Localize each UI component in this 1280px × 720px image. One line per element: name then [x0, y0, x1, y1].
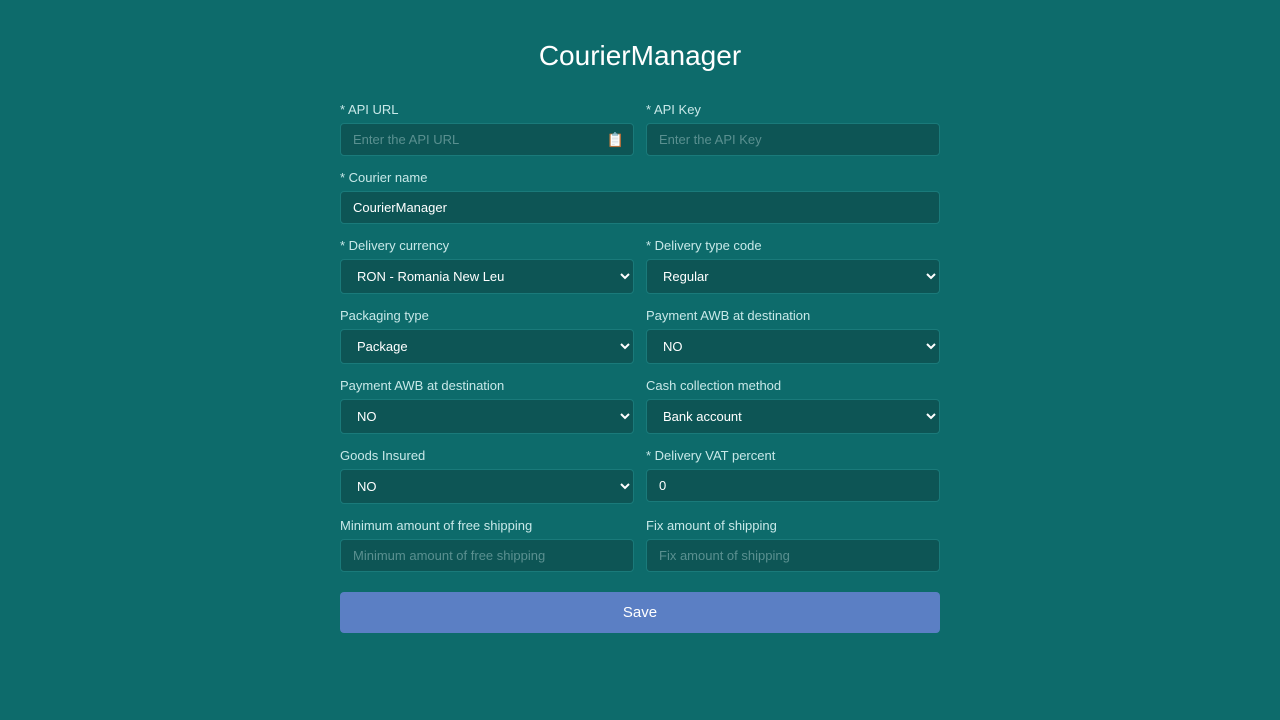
save-button[interactable]: Save	[340, 592, 940, 633]
fix-amount-shipping-label: Fix amount of shipping	[646, 518, 940, 533]
fix-amount-shipping-input[interactable]	[646, 539, 940, 572]
min-free-shipping-input[interactable]	[340, 539, 634, 572]
goods-insured-label: Goods Insured	[340, 448, 634, 463]
payment-awb-dest-select[interactable]: NO YES	[646, 329, 940, 364]
col-goods-insured: Goods Insured NO YES	[340, 448, 634, 504]
api-key-label: * API Key	[646, 102, 940, 117]
delivery-type-code-select[interactable]: Regular	[646, 259, 940, 294]
col-delivery-currency: * Delivery currency RON - Romania New Le…	[340, 238, 634, 294]
main-container: CourierManager * API URL 📋 * API Key * C…	[320, 20, 960, 667]
col-payment-awb-dest2: Payment AWB at destination NO YES	[340, 378, 634, 434]
packaging-type-label: Packaging type	[340, 308, 634, 323]
cash-collection-select[interactable]: Bank account Cash	[646, 399, 940, 434]
form-card: * API URL 📋 * API Key * Courier name * D…	[340, 102, 940, 633]
payment-awb-dest2-select[interactable]: NO YES	[340, 399, 634, 434]
col-api-key: * API Key	[646, 102, 940, 156]
api-url-input-wrapper: 📋	[340, 123, 634, 156]
goods-insured-select[interactable]: NO YES	[340, 469, 634, 504]
col-delivery-vat: * Delivery VAT percent	[646, 448, 940, 504]
col-delivery-type-code: * Delivery type code Regular	[646, 238, 940, 294]
delivery-type-code-label: * Delivery type code	[646, 238, 940, 253]
col-payment-awb-dest: Payment AWB at destination NO YES	[646, 308, 940, 364]
payment-awb-dest-label: Payment AWB at destination	[646, 308, 940, 323]
col-min-free-shipping: Minimum amount of free shipping	[340, 518, 634, 572]
api-key-input[interactable]	[646, 123, 940, 156]
cash-collection-label: Cash collection method	[646, 378, 940, 393]
row-payment2-cash: Payment AWB at destination NO YES Cash c…	[340, 378, 940, 434]
row-packaging-payment: Packaging type Package Payment AWB at de…	[340, 308, 940, 364]
col-packaging-type: Packaging type Package	[340, 308, 634, 364]
col-fix-amount-shipping: Fix amount of shipping	[646, 518, 940, 572]
col-courier-name: * Courier name	[340, 170, 940, 224]
row-courier-name: * Courier name	[340, 170, 940, 224]
payment-awb-dest2-label: Payment AWB at destination	[340, 378, 634, 393]
row-api: * API URL 📋 * API Key	[340, 102, 940, 156]
row-goods-vat: Goods Insured NO YES * Delivery VAT perc…	[340, 448, 940, 504]
col-cash-collection: Cash collection method Bank account Cash	[646, 378, 940, 434]
row-currency-type: * Delivery currency RON - Romania New Le…	[340, 238, 940, 294]
delivery-currency-select[interactable]: RON - Romania New Leu	[340, 259, 634, 294]
packaging-type-select[interactable]: Package	[340, 329, 634, 364]
col-api-url: * API URL 📋	[340, 102, 634, 156]
row-shipping-amounts: Minimum amount of free shipping Fix amou…	[340, 518, 940, 572]
row-save: Save	[340, 586, 940, 633]
page-title: CourierManager	[340, 40, 940, 72]
courier-name-input[interactable]	[340, 191, 940, 224]
api-url-input[interactable]	[340, 123, 634, 156]
api-url-label: * API URL	[340, 102, 634, 117]
delivery-currency-label: * Delivery currency	[340, 238, 634, 253]
col-save: Save	[340, 586, 940, 633]
min-free-shipping-label: Minimum amount of free shipping	[340, 518, 634, 533]
delivery-vat-input[interactable]	[646, 469, 940, 502]
courier-name-label: * Courier name	[340, 170, 940, 185]
delivery-vat-label: * Delivery VAT percent	[646, 448, 940, 463]
